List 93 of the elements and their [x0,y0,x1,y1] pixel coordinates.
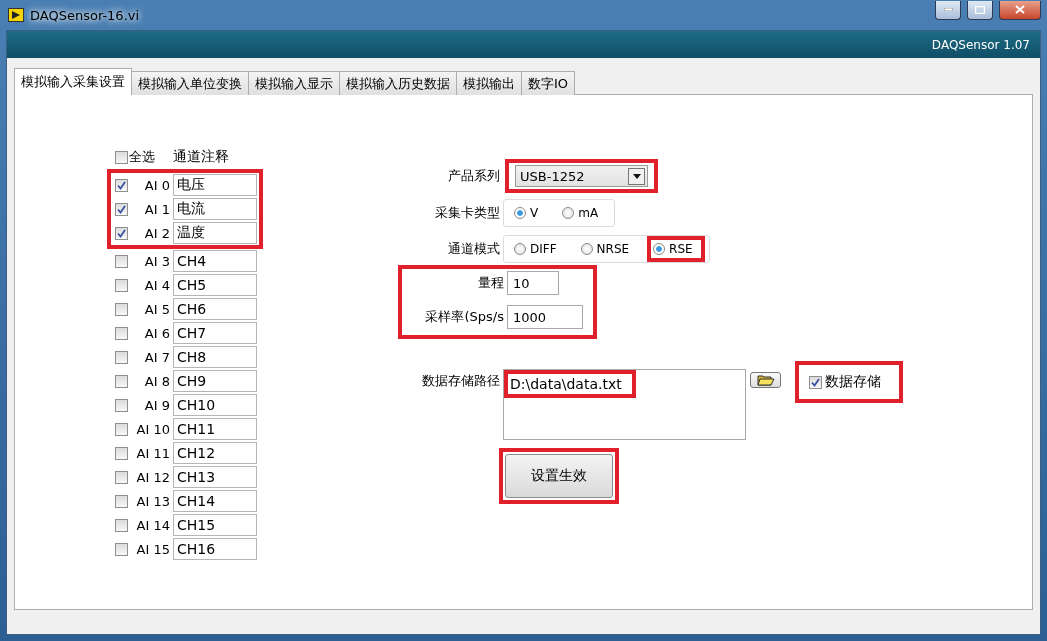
channel-label: AI 0 [143,177,171,193]
tab[interactable]: 模拟输入显示 [248,71,340,95]
minimize-button[interactable] [935,0,961,20]
apply-button[interactable]: 设置生效 [505,454,613,498]
channel-label: AI 15 [135,541,171,557]
channel-note-field[interactable]: CH16 [173,538,257,560]
checkbox[interactable] [115,150,128,164]
channel-mode-label: 通道模式 [447,240,501,258]
storage-path-field[interactable]: D:\data\data.txt [503,369,746,440]
channel-note-field[interactable]: CH4 [173,250,257,272]
radio-button[interactable] [514,207,526,219]
maximize-icon [975,5,985,14]
folder-icon [756,374,775,386]
column-heading: 通道注释 [173,148,229,166]
product-label: 产品系列 [447,167,501,185]
channel-label: AI 4 [143,277,171,293]
sample-rate-label: 采样率(Sps/s [424,308,505,326]
tab[interactable]: 模拟输入历史数据 [339,71,457,95]
radio-button[interactable] [514,243,526,255]
range-label: 量程 [477,274,505,292]
tab[interactable]: 模拟输入单位变换 [131,71,249,95]
checkbox[interactable] [115,326,128,340]
checkbox[interactable] [115,470,128,484]
channel-label: AI 13 [135,493,171,509]
range-field[interactable]: 10 [507,271,559,295]
product-dropdown[interactable]: USB-1252 [515,165,648,187]
channel-note-field[interactable]: 电流 [173,198,257,220]
channel-note-field[interactable]: 温度 [173,222,257,244]
checkbox[interactable] [115,494,128,508]
channel-note-field[interactable]: CH15 [173,514,257,536]
tab[interactable]: 模拟输出 [456,71,522,95]
tab[interactable]: 数字IO [521,71,576,95]
channel-note-field[interactable]: CH11 [173,418,257,440]
channel-note-field[interactable]: CH5 [173,274,257,296]
checkbox[interactable] [115,374,128,388]
card-type-label: 采集卡类型 [434,204,501,222]
window-title: DAQSensor-16.vi [30,7,140,23]
radio-option[interactable]: NRSE [578,241,632,257]
channel-note-field[interactable]: CH12 [173,442,257,464]
channel-label: AI 2 [143,225,171,241]
sample-rate-field[interactable]: 1000 [507,305,583,329]
channel-label: AI 5 [143,301,171,317]
channel-note-field[interactable]: CH6 [173,298,257,320]
channel-note-field[interactable]: 电压 [173,174,257,196]
path-text: D:\data\data.txt [504,370,636,398]
storage-path-label: 数据存储路径 [421,372,501,390]
radio-button[interactable] [580,243,593,255]
channel-label: AI 6 [143,325,171,341]
channel-note-field[interactable]: CH14 [173,490,257,512]
tab[interactable]: 模拟输入采集设置 [14,68,132,95]
checkbox[interactable] [115,202,128,216]
minimize-icon [943,8,953,11]
channel-note-field[interactable]: CH8 [173,346,257,368]
checkbox[interactable] [115,254,128,268]
radio-option[interactable]: RSE [651,241,695,257]
app-icon [8,8,24,22]
close-icon [1015,5,1025,14]
checkbox[interactable] [115,350,128,364]
caret-icon [632,173,641,179]
checkbox[interactable] [115,226,128,240]
checkbox[interactable] [115,178,128,192]
channel-note-field[interactable]: CH7 [173,322,257,344]
checkbox[interactable] [115,518,128,532]
radio-button[interactable] [562,207,575,219]
save-data-option[interactable]: 数据存储 [795,361,903,403]
close-button[interactable] [999,0,1041,20]
checkbox[interactable] [115,422,128,436]
select-all-label: 全选 [129,148,156,166]
channel-note-field[interactable]: CH10 [173,394,257,416]
channel-label: AI 11 [135,445,171,461]
channel-label: AI 14 [135,517,171,533]
maximize-button[interactable] [967,0,993,20]
channel-note-field[interactable]: CH9 [173,370,257,392]
checkbox[interactable] [115,398,128,412]
channel-label: AI 3 [143,253,171,269]
checkbox[interactable] [115,302,128,316]
channel-label: AI 9 [143,397,171,413]
checkbox[interactable] [115,278,128,292]
radio-button[interactable] [653,243,666,255]
channel-label: AI 1 [143,201,171,217]
checkbox[interactable] [809,375,822,389]
channel-label: AI 8 [143,373,171,389]
radio-option[interactable]: mA [560,205,601,221]
channel-label: AI 7 [143,349,171,365]
radio-option[interactable]: DIFF [512,241,559,257]
checkbox[interactable] [115,542,128,556]
channel-note-field[interactable]: CH13 [173,466,257,488]
browse-button[interactable] [750,372,781,388]
version-label: DAQSensor 1.07 [931,37,1030,52]
channel-label: AI 10 [135,421,171,437]
channel-label: AI 12 [135,469,171,485]
radio-option[interactable]: V [512,205,541,221]
checkbox[interactable] [115,446,128,460]
